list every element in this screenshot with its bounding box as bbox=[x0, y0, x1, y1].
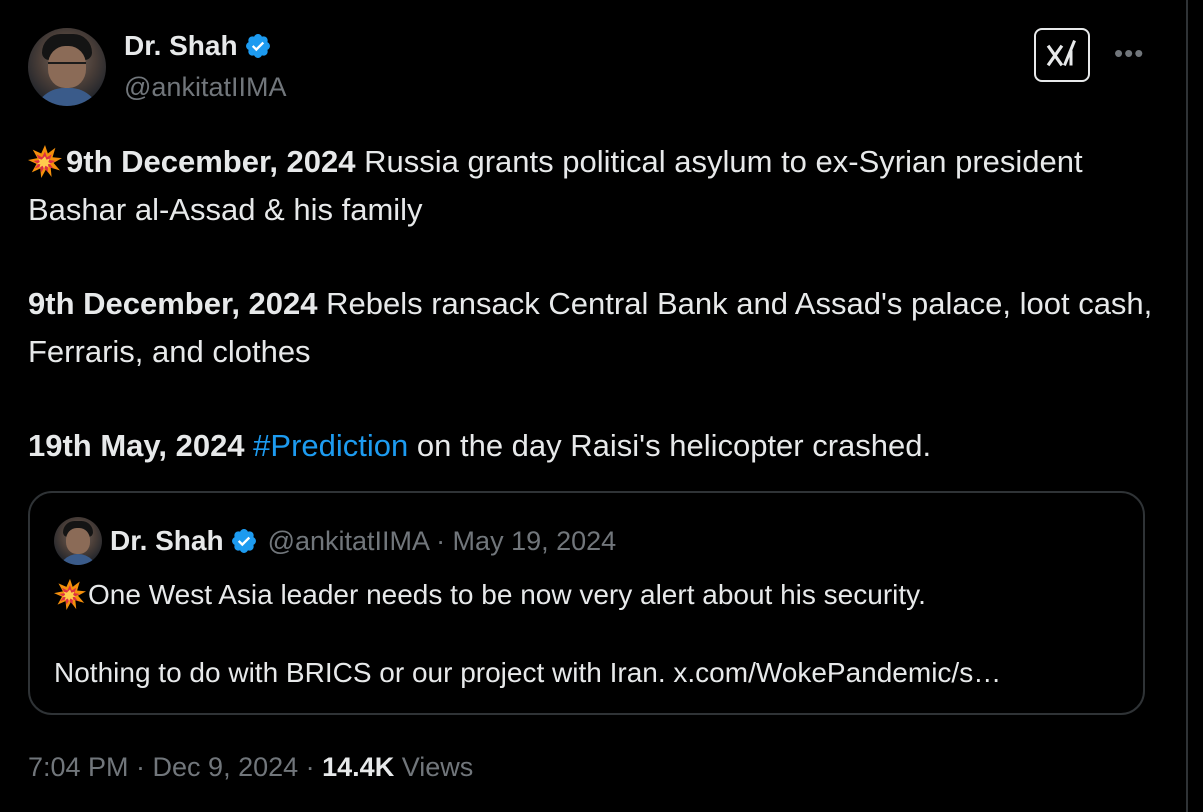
views-count: 14.4K bbox=[322, 752, 395, 782]
right-border bbox=[1186, 0, 1188, 812]
author-avatar[interactable] bbox=[28, 28, 106, 106]
tweet-text: 9th December, 2024 Russia grants politic… bbox=[28, 138, 1168, 470]
quote-text: One West Asia leader needs to be now ver… bbox=[54, 575, 1124, 693]
tweet-timestamp[interactable]: 7:04 PM · Dec 9, 2024 · bbox=[28, 752, 322, 782]
quote-paragraph-1: One West Asia leader needs to be now ver… bbox=[54, 575, 1124, 615]
quote-paragraph-2: Nothing to do with BRICS or our project … bbox=[54, 653, 1124, 693]
author-name-row: Dr. Shah bbox=[124, 30, 272, 62]
tweet-date-3: 19th May, 2024 bbox=[28, 428, 245, 463]
collision-emoji-icon bbox=[28, 144, 62, 178]
verified-badge-icon bbox=[231, 529, 256, 553]
quote-meta: @ankitatIIMA · May 19, 2024 bbox=[267, 525, 617, 556]
views-label: Views bbox=[394, 752, 474, 782]
quote-author-avatar bbox=[54, 517, 102, 565]
grok-button[interactable] bbox=[1034, 28, 1090, 82]
tweet-paragraph-1: 9th December, 2024 Russia grants politic… bbox=[28, 138, 1168, 234]
tweet-paragraph-2: 9th December, 2024 Rebels ransack Centra… bbox=[28, 280, 1168, 376]
author-handle[interactable]: @ankitatIIMA bbox=[124, 72, 286, 103]
tweet-paragraph-3: 19th May, 2024 #Prediction on the day Ra… bbox=[28, 422, 1168, 470]
quote-header: Dr. Shah @ankitatIIMA · May 19, 2024 bbox=[110, 525, 616, 557]
quoted-tweet[interactable]: Dr. Shah @ankitatIIMA · May 19, 2024 One… bbox=[28, 491, 1145, 715]
author-name[interactable]: Dr. Shah bbox=[124, 30, 238, 62]
quote-author-name: Dr. Shah bbox=[110, 525, 224, 556]
tweet-line-3: on the day Raisi's helicopter crashed. bbox=[408, 428, 932, 463]
collision-emoji-icon bbox=[54, 578, 86, 610]
quote-line-2: Nothing to do with BRICS or our project … bbox=[54, 657, 1002, 688]
tweet-header: Dr. Shah @ankitatIIMA ••• bbox=[28, 28, 1158, 108]
tweet-date-2: 9th December, 2024 bbox=[28, 286, 318, 321]
grok-icon bbox=[1046, 40, 1076, 67]
more-icon[interactable]: ••• bbox=[1114, 38, 1144, 69]
tweet-date-1: 9th December, 2024 bbox=[66, 144, 356, 179]
hashtag-link[interactable]: #Prediction bbox=[253, 428, 408, 463]
tweet-footer: 7:04 PM · Dec 9, 2024 · 14.4K Views bbox=[28, 752, 473, 783]
verified-badge-icon bbox=[245, 34, 270, 58]
quote-line-1: One West Asia leader needs to be now ver… bbox=[88, 579, 926, 610]
